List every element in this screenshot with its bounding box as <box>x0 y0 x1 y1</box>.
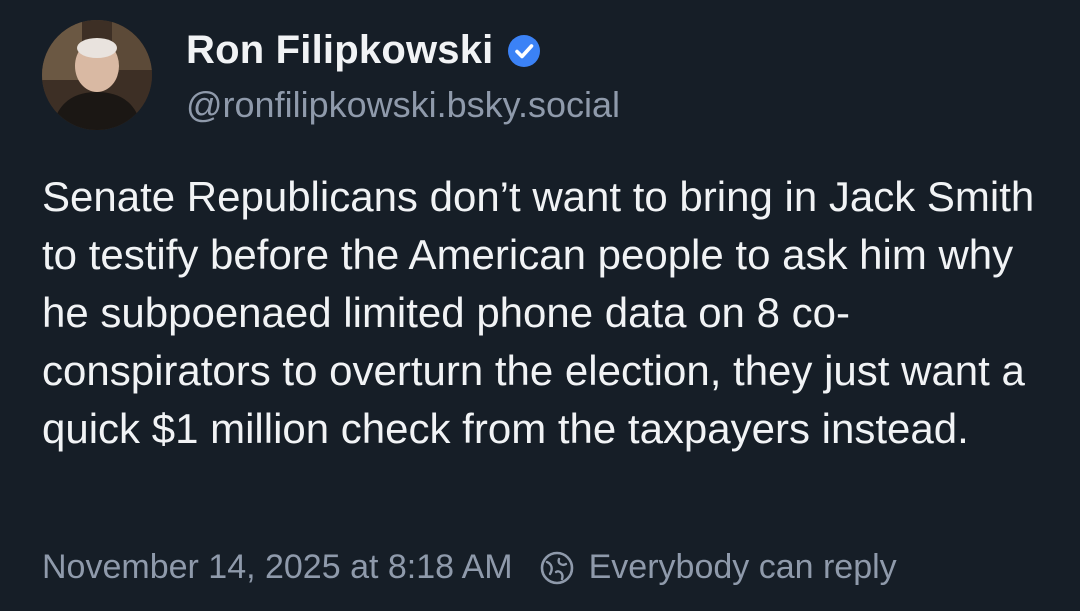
author-handle[interactable]: @ronfilipkowski.bsky.social <box>186 84 620 126</box>
author-display-name[interactable]: Ron Filipkowski <box>186 28 493 73</box>
avatar-photo-icon <box>42 20 152 130</box>
globe-icon <box>539 550 575 586</box>
post-card: Ron Filipkowski @ronfilipkowski.bsky.soc… <box>0 0 1080 611</box>
post-body-text: Senate Republicans don’t want to bring i… <box>42 173 1035 452</box>
verified-badge-icon <box>507 34 541 68</box>
reply-setting-label[interactable]: Everybody can reply <box>589 548 897 587</box>
author-name-row[interactable]: Ron Filipkowski <box>186 28 541 73</box>
post-timestamp[interactable]: November 14, 2025 at 8:18 AM <box>42 548 513 587</box>
author-avatar[interactable] <box>42 20 152 130</box>
post-footer: November 14, 2025 at 8:18 AM Everybody c… <box>42 548 897 587</box>
